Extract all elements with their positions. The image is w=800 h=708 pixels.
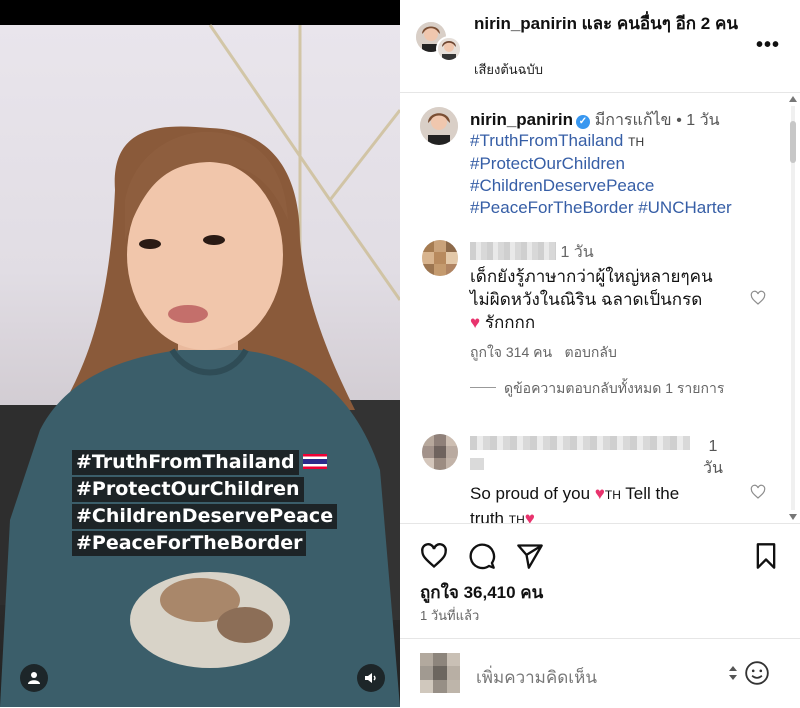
comment-body: 1 วัน เด็กยังรู้ภาษากว่าผู้ใหญ่หลายๆคน ไ… — [470, 240, 760, 364]
scroll-up-arrow-icon[interactable] — [789, 96, 797, 102]
comment-like-heart-icon[interactable] — [750, 484, 766, 500]
add-comment-bar: เพิ่มความคิดเห็น — [400, 638, 800, 708]
emoji-icon[interactable] — [744, 660, 770, 686]
user-icon — [28, 672, 40, 684]
caption-dot: • — [676, 112, 687, 129]
comment-text-part: truth — [470, 509, 505, 523]
heart-emoji-icon: ♥ — [594, 484, 605, 503]
post-actions: ถูกใจ 36,410 คน 1 วันที่แล้ว — [400, 523, 800, 639]
caption-avatar[interactable] — [420, 107, 458, 145]
hashtag-link[interactable]: #TruthFromThailand — [470, 131, 623, 150]
current-user-avatar — [420, 653, 460, 693]
comment-icon[interactable] — [468, 542, 496, 570]
coauthor-avatar[interactable] — [436, 36, 462, 62]
video-hashtag-overlay: #TruthFromThailand #ProtectOurChildren #… — [72, 450, 338, 558]
original-audio[interactable]: เสียงต้นฉบับ — [474, 59, 543, 80]
scroll-down-arrow-icon[interactable] — [789, 514, 797, 520]
avatar-image — [422, 434, 458, 470]
heart-emoji-icon: ♥ — [470, 313, 481, 332]
hashtag-link[interactable]: #PeaceForTheBorder #UNCHarter — [470, 198, 732, 217]
reply-button[interactable]: ตอบกลับ — [565, 344, 617, 360]
video-hashtag: #ProtectOurChildren — [72, 477, 304, 502]
thailand-flag-icon: TH — [508, 513, 525, 523]
comments-scroll-area[interactable]: nirin_panirin ✓ มีการแก้ไข • 1 วัน #Truth… — [400, 93, 785, 523]
like-heart-icon[interactable] — [420, 542, 448, 570]
comment-text-line: ♥ รักกกก — [470, 311, 760, 334]
heart-emoji-icon: ♥ — [524, 509, 535, 523]
commenter-name-blurred[interactable] — [470, 436, 690, 472]
add-comment-input[interactable]: เพิ่มความคิดเห็น — [476, 664, 597, 691]
comment-meta: ถูกใจ 314 คน ตอบกลับ — [470, 342, 760, 364]
post-header: nirin_panirin และ คนอื่นๆ อีก 2 คน เสียง… — [400, 0, 800, 93]
thailand-flag-icon — [302, 454, 327, 469]
scrollbar-track[interactable] — [791, 106, 795, 510]
comment-text: รักกกก — [484, 313, 536, 332]
video-person-illustration — [0, 24, 400, 707]
comment-text: เด็กยังรู้ภาษากว่าผู้ใหญ่หลายๆคน — [470, 267, 713, 286]
commenter-name-blurred[interactable] — [470, 242, 556, 260]
comment-time: 1 วัน — [703, 436, 723, 480]
caption-text: #TruthFromThailand TH #ProtectOurChildre… — [470, 130, 770, 219]
save-bookmark-icon[interactable] — [752, 542, 780, 570]
mute-button[interactable] — [357, 664, 385, 692]
comment-text: So proud of you ♥TH Tell the truth TH♥ — [470, 482, 740, 523]
avatar-image — [422, 240, 458, 276]
caption-username[interactable]: nirin_panirin — [470, 110, 573, 129]
comment-likes[interactable]: ถูกใจ 314 คน — [470, 344, 552, 360]
scrollbar-thumb[interactable] — [790, 121, 796, 163]
comments-scrollbar[interactable] — [786, 96, 800, 520]
more-icon[interactable]: ••• — [756, 34, 780, 57]
sort-arrows-icon[interactable] — [728, 664, 738, 682]
video-player[interactable]: #TruthFromThailand #ProtectOurChildren #… — [0, 0, 400, 707]
avatar-image — [438, 38, 460, 60]
avatar-image — [420, 107, 458, 145]
comment-text: ไม่ผิดหวังในณิริน ฉลาดเป็นกรด — [470, 290, 703, 309]
video-hashtag: #TruthFromThailand — [72, 450, 299, 475]
caption-edited: มีการแก้ไข — [594, 112, 672, 129]
video-hashtag: #ChildrenDeservePeace — [72, 504, 338, 529]
verified-badge-icon: ✓ — [575, 115, 590, 129]
comment-time-unit: วัน — [703, 460, 723, 477]
tagged-users-button[interactable] — [20, 664, 48, 692]
video-hashtag: #PeaceForTheBorder — [72, 531, 307, 556]
avatar-image — [420, 653, 460, 693]
view-replies-text: ดูข้อความตอบกลับทั้งหมด 1 รายการ — [504, 380, 725, 396]
comment-like-heart-icon[interactable] — [750, 290, 766, 306]
comment-time: 1 วัน — [560, 244, 594, 261]
post-authors[interactable]: nirin_panirin และ คนอื่นๆ อีก 2 คน — [474, 12, 744, 36]
hashtag-link[interactable]: #ProtectOurChildren — [470, 154, 625, 173]
view-replies-button[interactable]: ดูข้อความตอบกลับทั้งหมด 1 รายการ — [470, 378, 740, 398]
share-icon[interactable] — [516, 542, 544, 570]
commenter-avatar[interactable] — [422, 240, 458, 276]
hashtag-link[interactable]: #ChildrenDeservePeace — [470, 176, 654, 195]
divider-line — [470, 387, 496, 388]
comment-time-number: 1 — [708, 438, 718, 455]
comment-text-part: So proud of you — [470, 484, 591, 503]
likes-count[interactable]: ถูกใจ 36,410 คน — [420, 579, 543, 606]
thailand-flag-icon: TH — [628, 135, 645, 149]
post-time[interactable]: 1 วันที่แล้ว — [420, 605, 479, 626]
caption-time: 1 วัน — [686, 112, 720, 129]
thailand-flag-icon: TH — [604, 488, 621, 502]
post-panel: nirin_panirin และ คนอื่นๆ อีก 2 คน เสียง… — [400, 0, 800, 707]
speaker-icon — [365, 673, 376, 683]
comment-text-part: Tell the — [625, 484, 680, 503]
commenter-avatar[interactable] — [422, 434, 458, 470]
